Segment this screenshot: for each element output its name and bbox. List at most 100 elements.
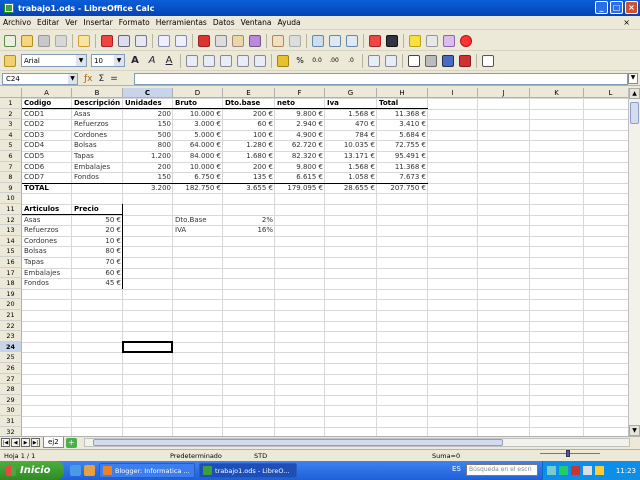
security-icon[interactable]	[571, 466, 580, 475]
open-folder-icon[interactable]	[21, 34, 33, 47]
row-header-25[interactable]: 25	[0, 352, 22, 363]
menu-archivo[interactable]: Archivo	[3, 18, 31, 27]
minimize-button[interactable]: _	[595, 1, 608, 14]
row-header-8[interactable]: 8	[0, 172, 22, 183]
cell-A6[interactable]: COD5	[22, 151, 72, 162]
cell-G9[interactable]: 28.655 €	[325, 183, 377, 194]
zoom-slider[interactable]	[540, 450, 600, 457]
column-header-g[interactable]: G	[325, 88, 377, 98]
help-icon[interactable]	[460, 34, 472, 47]
media-player-icon[interactable]	[559, 466, 568, 475]
row-header-20[interactable]: 20	[0, 299, 22, 310]
gallery-icon[interactable]	[426, 34, 438, 47]
cell-F4[interactable]: 4.900 €	[275, 130, 325, 141]
export-pdf-icon[interactable]	[101, 34, 113, 47]
cell-H7[interactable]: 11.368 €	[377, 162, 428, 173]
underline-icon[interactable]: A	[163, 55, 175, 67]
formula-input[interactable]	[134, 73, 628, 85]
select-all-corner[interactable]	[0, 88, 22, 98]
row-header-28[interactable]: 28	[0, 384, 22, 395]
background-color-icon[interactable]	[442, 54, 454, 67]
column-header-b[interactable]: B	[72, 88, 123, 98]
cell-H9[interactable]: 207.750 €	[377, 183, 428, 194]
cell-D3[interactable]: 3.000 €	[173, 119, 223, 130]
cell-B4[interactable]: Cordones	[72, 130, 123, 141]
cell-H4[interactable]: 5.684 €	[377, 130, 428, 141]
column-header-k[interactable]: K	[530, 88, 584, 98]
cell-D6[interactable]: 84.000 €	[173, 151, 223, 162]
row-header-21[interactable]: 21	[0, 310, 22, 321]
cell-A12[interactable]: Asas	[22, 215, 72, 226]
cell-G8[interactable]: 1.058 €	[325, 172, 377, 183]
volume-icon[interactable]	[583, 466, 592, 475]
row-header-4[interactable]: 4	[0, 129, 22, 141]
language-indicator[interactable]: ES	[452, 465, 461, 473]
network-icon[interactable]	[595, 466, 604, 475]
paste-icon[interactable]	[232, 34, 244, 47]
row-header-11[interactable]: 11	[0, 204, 22, 215]
toggle-grid-icon[interactable]	[482, 54, 494, 67]
cell-A14[interactable]: Cordones	[22, 236, 72, 247]
cell-A9[interactable]: TOTAL	[22, 183, 72, 194]
cell-F5[interactable]: 62.720 €	[275, 140, 325, 151]
add-sheet-icon[interactable]: +	[65, 437, 77, 448]
sheet-tab-ej2[interactable]: ej2	[43, 437, 64, 448]
cell-A13[interactable]: Refuerzos	[22, 225, 72, 236]
cell-D12[interactable]: Dto.Base	[173, 215, 223, 226]
column-header-l[interactable]: L	[584, 88, 628, 98]
cell-E3[interactable]: 60 €	[223, 119, 275, 130]
row-header-2[interactable]: 2	[0, 108, 22, 120]
line-style-icon[interactable]	[425, 54, 437, 67]
data-sources-icon[interactable]	[443, 34, 455, 47]
spreadsheet-grid[interactable]: ABCDEFGHIJKLM123456789101112131415161718…	[0, 88, 628, 436]
sort-descending-icon[interactable]	[346, 34, 358, 47]
horizontal-scrollbar[interactable]	[84, 438, 630, 447]
font-color-icon[interactable]	[459, 54, 471, 67]
align-left-icon[interactable]	[186, 54, 198, 67]
cell-E2[interactable]: 200 €	[223, 109, 275, 120]
cell-F7[interactable]: 9.800 €	[275, 162, 325, 173]
pivot-table-icon[interactable]	[386, 34, 398, 47]
merge-cells-icon[interactable]	[254, 54, 266, 67]
add-decimal-icon[interactable]: .00	[328, 55, 340, 67]
cell-F3[interactable]: 2.940 €	[275, 119, 325, 130]
horizontal-scroll-thumb[interactable]	[93, 439, 503, 446]
clone-formatting-icon[interactable]	[249, 34, 261, 47]
cell-D9[interactable]: 182.750 €	[173, 183, 223, 194]
cell-D13[interactable]: IVA	[173, 225, 223, 236]
row-header-5[interactable]: 5	[0, 140, 22, 151]
cell-F2[interactable]: 9.800 €	[275, 109, 325, 120]
function-icon[interactable]: =	[110, 74, 118, 84]
row-header-13[interactable]: 13	[0, 225, 22, 236]
chevron-down-icon[interactable]: ▼	[114, 55, 124, 66]
vertical-scroll-thumb[interactable]	[630, 102, 639, 124]
cell-G4[interactable]: 784 €	[325, 130, 377, 141]
row-header-14[interactable]: 14	[0, 235, 22, 247]
cell-C7[interactable]: 200	[123, 162, 173, 173]
menu-ver[interactable]: Ver	[65, 18, 77, 27]
vertical-scrollbar[interactable]: ▲ ▼	[628, 88, 640, 436]
justify-icon[interactable]	[237, 54, 249, 67]
cell-E4[interactable]: 100 €	[223, 130, 275, 141]
redo-icon[interactable]	[289, 34, 301, 47]
cell-B14[interactable]: 10 €	[72, 236, 123, 247]
align-right-icon[interactable]	[220, 54, 232, 67]
sort-ascending-icon[interactable]	[329, 34, 341, 47]
cell-A7[interactable]: COD6	[22, 162, 72, 173]
row-header-23[interactable]: 23	[0, 331, 22, 342]
cell-H3[interactable]: 3.410 €	[377, 119, 428, 130]
tray-app-icon[interactable]	[547, 466, 556, 475]
cell-E6[interactable]: 1.680 €	[223, 151, 275, 162]
cell-D7[interactable]: 10.000 €	[173, 162, 223, 173]
new-document-icon[interactable]	[4, 34, 16, 47]
menu-ventana[interactable]: Ventana	[241, 18, 272, 27]
cell-F9[interactable]: 179.095 €	[275, 183, 325, 194]
task-blogger[interactable]: Blogger: Informatica ...	[99, 463, 195, 478]
cell-B8[interactable]: Fondos	[72, 172, 123, 183]
borders-icon[interactable]	[408, 54, 420, 67]
menu-formato[interactable]: Formato	[119, 18, 150, 27]
cell-G3[interactable]: 470 €	[325, 119, 377, 130]
close-document-icon[interactable]: ×	[623, 18, 630, 27]
currency-icon[interactable]	[277, 54, 289, 67]
cell-D4[interactable]: 5.000 €	[173, 130, 223, 141]
